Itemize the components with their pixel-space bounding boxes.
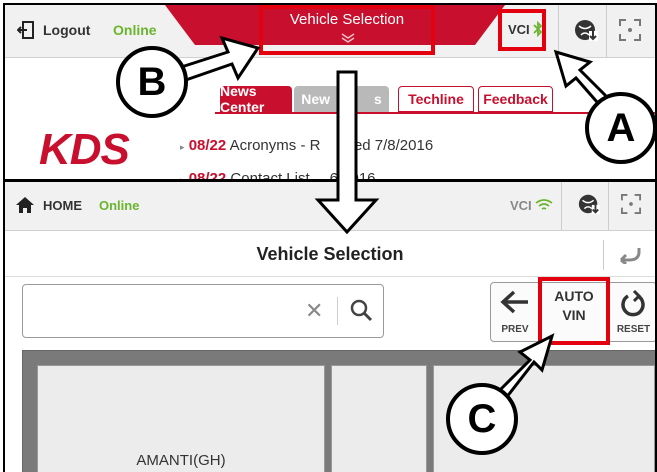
callout-c: C	[446, 383, 518, 455]
annotation-arrows	[169, 35, 615, 401]
callout-b: B	[116, 46, 188, 118]
callout-a: A	[585, 92, 657, 164]
